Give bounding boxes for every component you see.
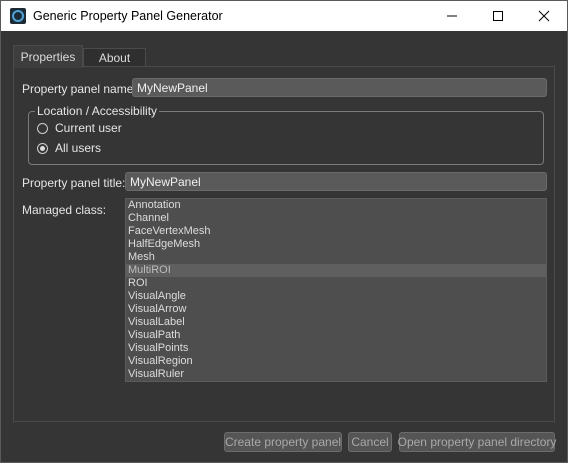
close-button[interactable] [521, 1, 567, 31]
panel-title-label: Property panel title: [22, 176, 126, 190]
panel-title-input[interactable] [125, 172, 547, 191]
radio-all-users-label: All users [55, 141, 102, 155]
radio-current-user-label: Current user [55, 121, 122, 135]
list-item[interactable]: Annotation [126, 199, 546, 212]
close-icon [538, 10, 550, 22]
minimize-icon [447, 15, 457, 17]
tab-properties[interactable]: Properties [13, 45, 83, 68]
maximize-button[interactable] [475, 1, 521, 31]
create-property-panel-button[interactable]: Create property panel [224, 432, 342, 452]
list-item[interactable]: HalfEdgeMesh [126, 238, 546, 251]
panel-name-label: Property panel name: [22, 82, 137, 96]
radio-current-user[interactable]: Current user [37, 120, 122, 136]
title-bar[interactable]: Generic Property Panel Generator [1, 1, 567, 31]
list-item[interactable]: Channel [126, 212, 546, 225]
radio-all-users[interactable]: All users [37, 140, 101, 156]
list-item[interactable]: VisualLabel [126, 316, 546, 329]
list-item[interactable]: ROI [126, 277, 546, 290]
maximize-icon [493, 11, 503, 21]
radio-button-icon [37, 122, 48, 134]
radio-button-checked-icon [37, 142, 48, 154]
minimize-button[interactable] [429, 1, 475, 31]
list-item[interactable]: VisualPath [126, 329, 546, 342]
app-window: Generic Property Panel Generator Propert… [0, 0, 568, 463]
location-group-title: Location / Accessibility [35, 104, 160, 118]
window-title: Generic Property Panel Generator [33, 9, 223, 23]
managed-class-list[interactable]: Annotation Channel FaceVertexMesh HalfEdgeM… [125, 198, 547, 382]
list-item[interactable]: MultiROI [126, 264, 546, 277]
panel-name-input[interactable] [132, 78, 547, 97]
list-item[interactable]: VisualRegion [126, 355, 546, 368]
list-item[interactable]: FaceVertexMesh [126, 225, 546, 238]
cancel-button[interactable]: Cancel [348, 432, 392, 452]
list-item[interactable]: VisualRuler [126, 368, 546, 381]
app-logo-icon [10, 8, 26, 24]
list-item[interactable]: VisualAngle [126, 290, 546, 303]
list-item[interactable]: VisualPoints [126, 342, 546, 355]
list-item[interactable]: VisualArrow [126, 303, 546, 316]
tab-about[interactable]: About [83, 48, 146, 67]
open-property-panel-directory-button[interactable]: Open property panel directory [398, 432, 556, 452]
list-item[interactable]: Mesh [126, 251, 546, 264]
managed-class-label: Managed class: [22, 203, 107, 217]
